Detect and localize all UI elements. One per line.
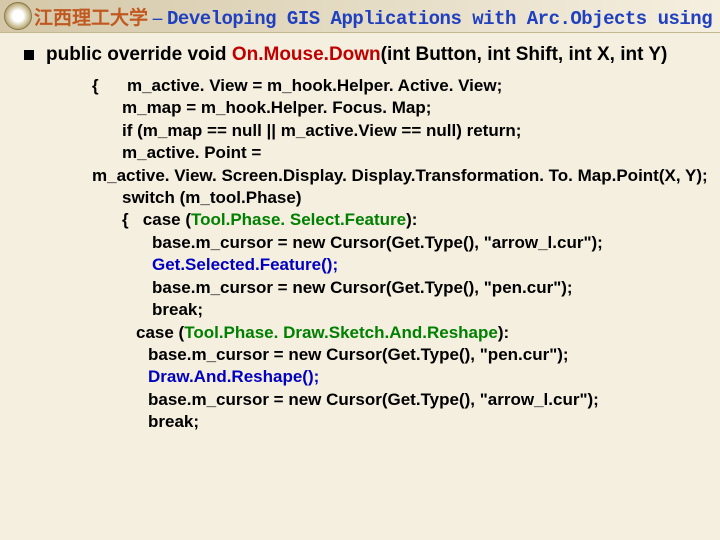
code-line: m_active. Point = bbox=[92, 142, 696, 164]
code-line: base.m_cursor = new Cursor(Get.Type(), "… bbox=[92, 232, 696, 254]
code-line: base.m_cursor = new Cursor(Get.Type(), "… bbox=[92, 389, 696, 411]
code-line: case (Tool.Phase. Draw.Sketch.And.Reshap… bbox=[92, 322, 696, 344]
code-line: { m_active. View = m_hook.Helper. Active… bbox=[92, 75, 696, 97]
bullet-icon bbox=[24, 50, 34, 60]
method-name: On.Mouse.Down bbox=[232, 44, 381, 65]
header-text: 江西理工大学 – Developing GIS Applications wit… bbox=[34, 3, 720, 30]
code-line: Draw.And.Reshape(); bbox=[92, 366, 696, 388]
method-signature: public override void On.Mouse.Down(int B… bbox=[46, 43, 667, 67]
slide-content: public override void On.Mouse.Down(int B… bbox=[0, 33, 720, 434]
code-line: switch (m_tool.Phase) bbox=[92, 187, 696, 209]
method-prefix: public override void bbox=[46, 44, 232, 65]
code-line: Get.Selected.Feature(); bbox=[92, 254, 696, 276]
code-line: base.m_cursor = new Cursor(Get.Type(), "… bbox=[92, 344, 696, 366]
header-dash: – bbox=[148, 8, 167, 29]
university-logo bbox=[4, 2, 32, 30]
method-params: (int Button, int Shift, int X, int Y) bbox=[381, 44, 668, 65]
code-line: break; bbox=[92, 411, 696, 433]
code-block: { m_active. View = m_hook.Helper. Active… bbox=[92, 75, 696, 434]
code-line: { case (Tool.Phase. Select.Feature): bbox=[92, 209, 696, 231]
code-line: base.m_cursor = new Cursor(Get.Type(), "… bbox=[92, 277, 696, 299]
code-line: break; bbox=[92, 299, 696, 321]
bullet-item: public override void On.Mouse.Down(int B… bbox=[24, 43, 696, 67]
university-name: 江西理工大学 bbox=[34, 8, 148, 29]
code-line: if (m_map == null || m_active.View == nu… bbox=[92, 120, 696, 142]
course-title: Developing GIS Applications with Arc.Obj… bbox=[167, 8, 720, 30]
slide-header: 江西理工大学 – Developing GIS Applications wit… bbox=[0, 0, 720, 33]
code-line: m_map = m_hook.Helper. Focus. Map; bbox=[92, 97, 696, 119]
code-line: m_active. View. Screen.Display. Display.… bbox=[92, 165, 696, 187]
